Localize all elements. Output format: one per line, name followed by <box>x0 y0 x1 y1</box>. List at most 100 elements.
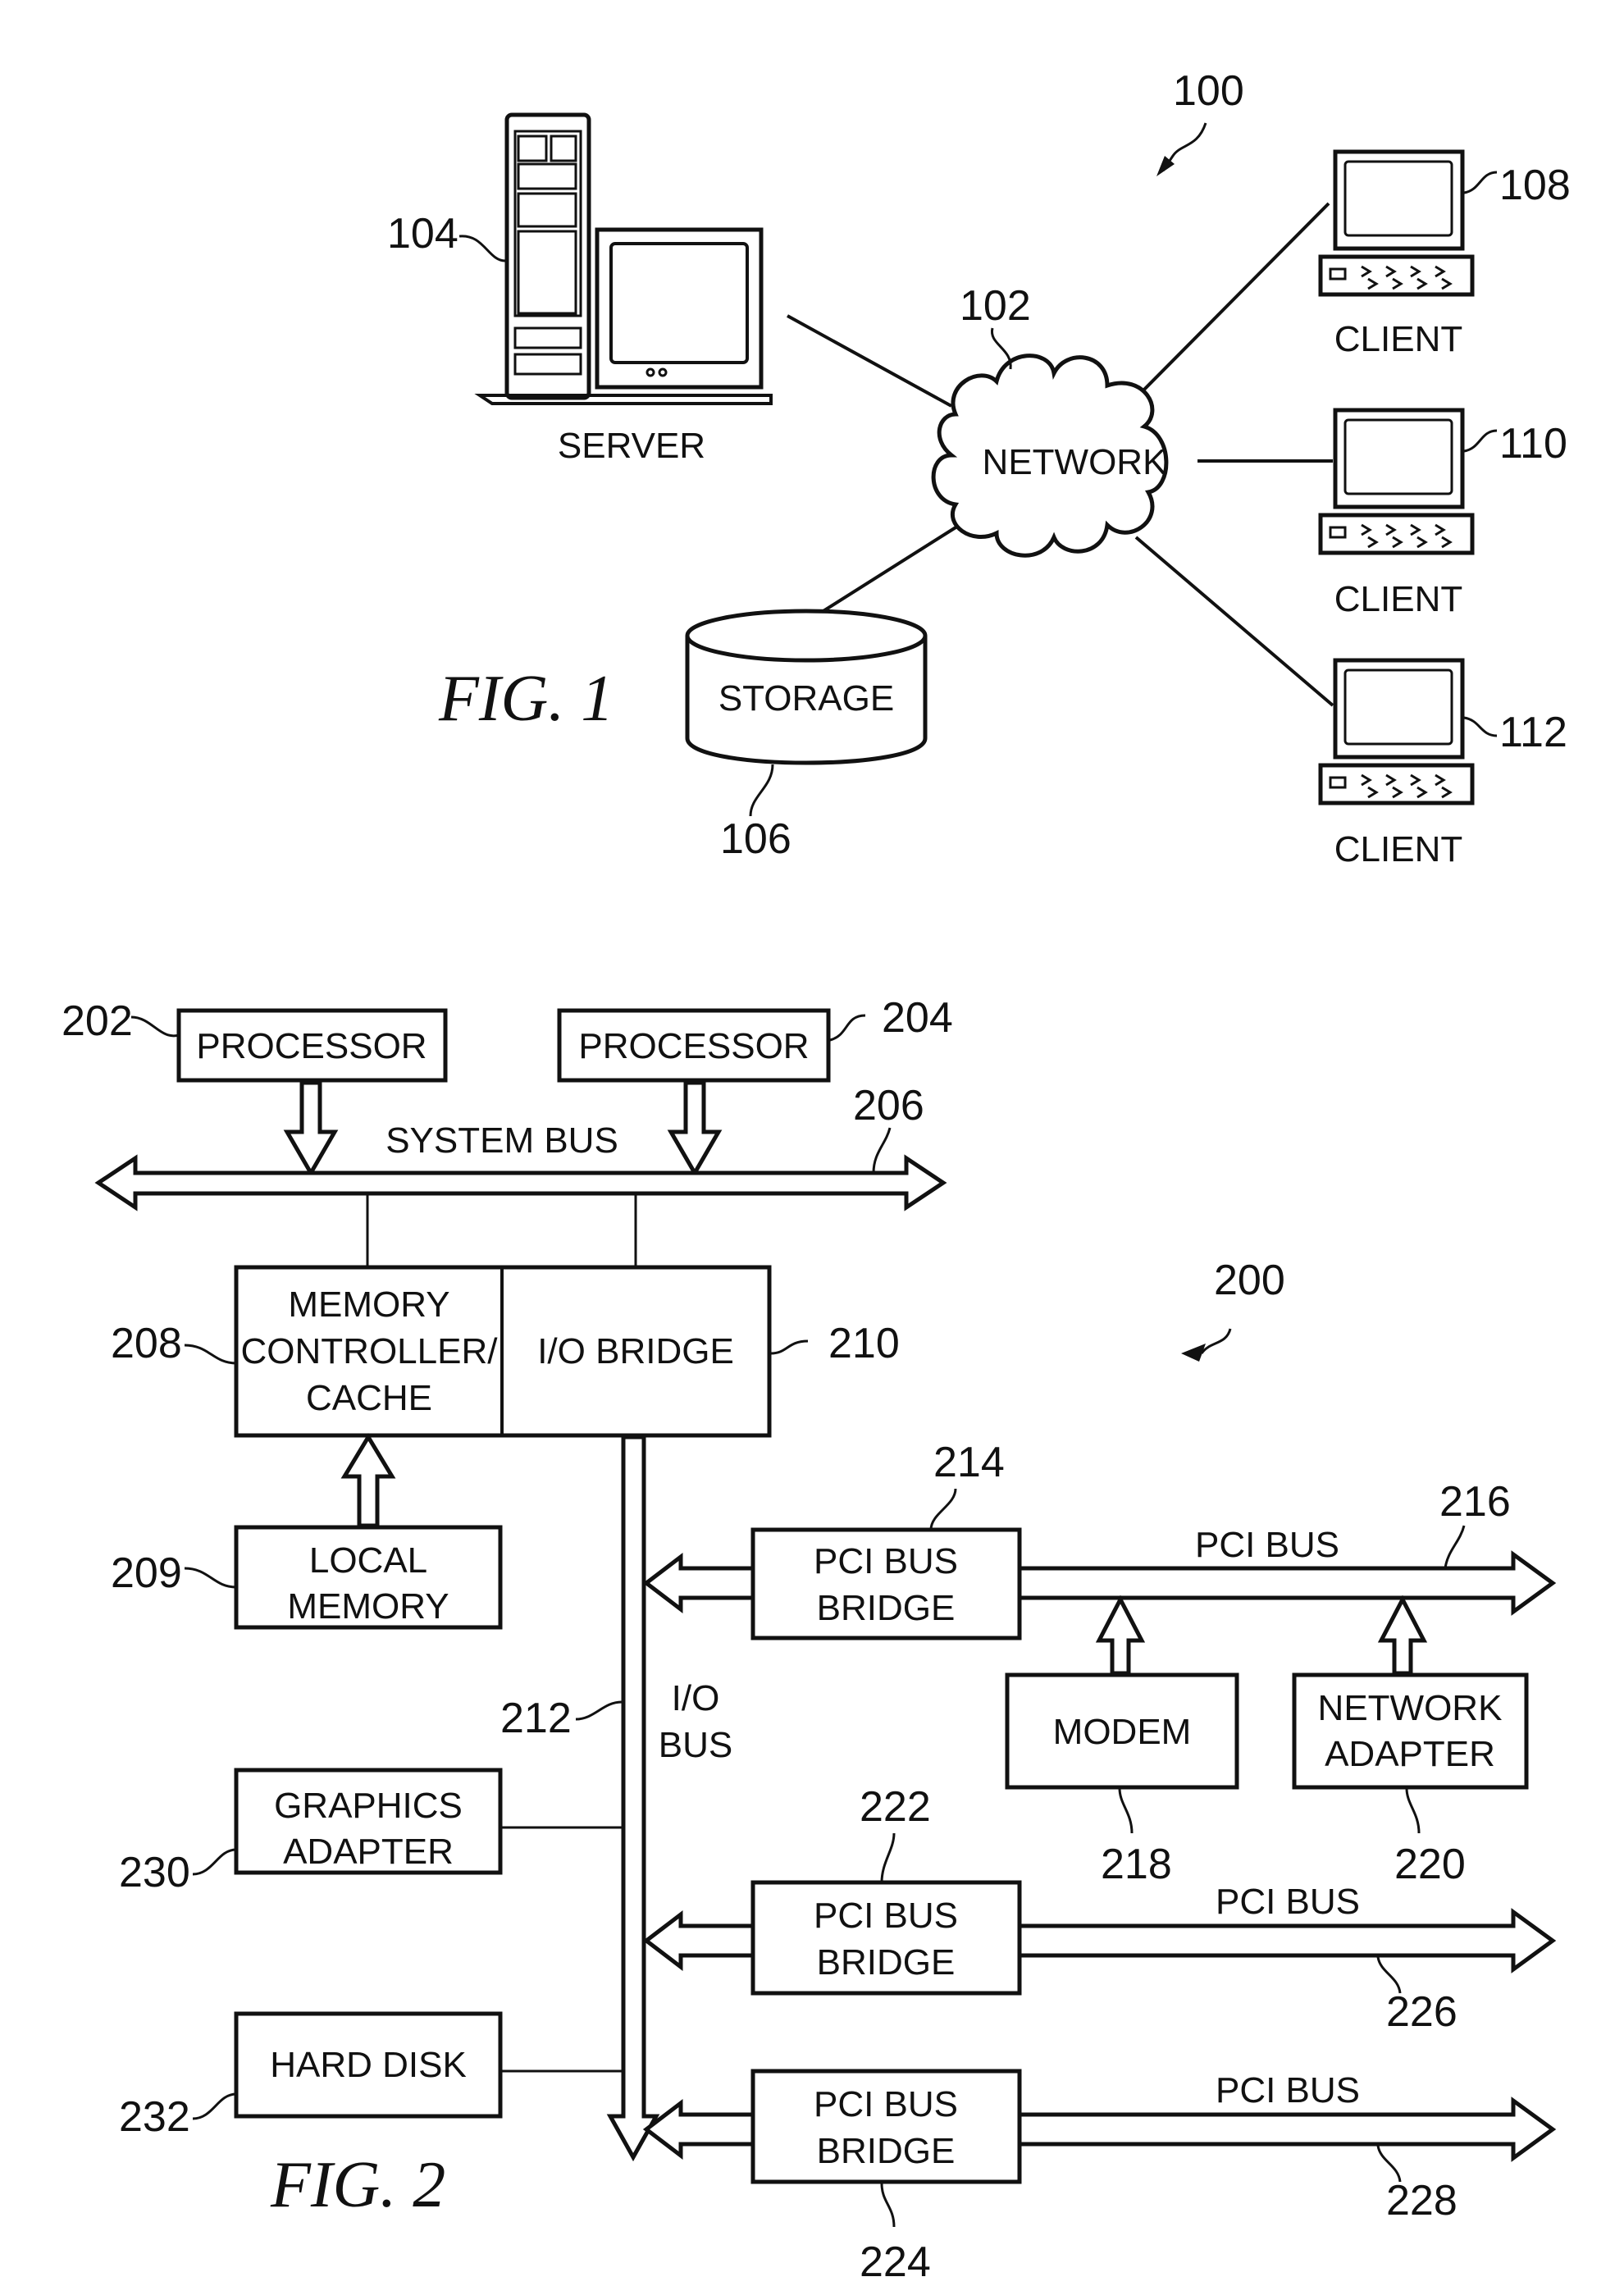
network-adapter-line-2: ADAPTER <box>1325 1734 1495 1774</box>
pci-bridge-line-2: BRIDGE <box>817 2131 956 2171</box>
hard-disk-label: HARD DISK <box>270 2045 467 2085</box>
link-network-client-112 <box>1134 536 1334 707</box>
ref-202-leader <box>130 1015 180 1038</box>
ref-228: 228 <box>1386 2177 1457 2224</box>
local-memory-to-controller-arrow-icon <box>340 1433 396 1528</box>
pci-bus-label: PCI BUS <box>1195 1525 1339 1565</box>
ref-214-leader <box>929 1488 957 1531</box>
ref-104: 104 <box>387 210 458 258</box>
ref-108: 108 <box>1499 162 1571 209</box>
pci-bridge-line-1: PCI BUS <box>814 1896 958 1936</box>
client-108: CLIENT 108 <box>1318 149 1571 359</box>
processor-label: PROCESSOR <box>578 1026 809 1066</box>
memory-controller-line-3: CACHE <box>306 1378 432 1418</box>
ref-208-leader <box>184 1344 237 1365</box>
ref-110-leader <box>1463 429 1498 453</box>
link-network-storage <box>802 523 961 625</box>
ref-232: 232 <box>119 2093 190 2141</box>
fig2: 200 PROCESSOR 202 PROCESSOR 204 SYSTEM B… <box>62 994 1557 2286</box>
io-bus-line-2: BUS <box>659 1725 732 1765</box>
client-computer-icon <box>1318 149 1475 297</box>
ref-208: 208 <box>111 1320 182 1367</box>
ref-216: 216 <box>1439 1478 1511 1526</box>
processor-202-to-bus-arrow-icon <box>283 1080 339 1177</box>
ref-232-leader <box>192 2092 237 2120</box>
patent-drawing-sheet: 100 104 SERVER NETWORK 102 STORAGE 106 F… <box>62 67 1571 2286</box>
client-112: CLIENT 112 <box>1318 658 1567 869</box>
io-bus-line-1: I/O <box>672 1678 720 1718</box>
network-adapter-line-1: NETWORK <box>1318 1688 1503 1728</box>
pci-bridge-214-to-io-bus-arrow-icon <box>642 1552 755 1614</box>
memory-controller-line-1: MEMORY <box>288 1284 449 1325</box>
graphics-adapter-line-2: ADAPTER <box>283 1832 454 1872</box>
processor-204-to-bus-arrow-icon <box>667 1080 723 1177</box>
client-label: CLIENT <box>1334 319 1462 359</box>
modem-label: MODEM <box>1053 1712 1192 1752</box>
pci-bridge-line-1: PCI BUS <box>814 1541 958 1581</box>
ref-218: 218 <box>1101 1841 1172 1888</box>
memory-controller-line-2: CONTROLLER/ <box>241 1331 499 1371</box>
ref-204-leader <box>829 1014 866 1042</box>
ref-230: 230 <box>119 1849 190 1896</box>
ref-200-arrowhead-icon <box>1181 1344 1206 1362</box>
ref-204: 204 <box>882 994 953 1042</box>
ref-108-leader <box>1463 171 1498 194</box>
ref-222-leader <box>880 1832 896 1883</box>
pci-bridge-222-to-io-bus-arrow-icon <box>642 1910 755 1972</box>
io-bridge-label: I/O BRIDGE <box>537 1331 734 1371</box>
fig1-caption: FIG. 1 <box>438 663 614 735</box>
ref-226: 226 <box>1386 1988 1457 2036</box>
ref-206-leader <box>872 1127 892 1174</box>
ref-212-leader <box>575 1700 623 1721</box>
ref-209-leader <box>184 1567 237 1589</box>
ref-106-leader <box>749 764 774 817</box>
ref-106: 106 <box>720 815 791 863</box>
fig1: 100 104 SERVER NETWORK 102 STORAGE 106 F… <box>387 67 1571 869</box>
fig2-caption: FIG. 2 <box>270 2149 445 2221</box>
network-adapter-to-pci-bus-arrow-icon <box>1377 1595 1428 1676</box>
network-label: NETWORK <box>983 442 1167 482</box>
ref-104-leader <box>458 235 506 262</box>
pci-bus-label: PCI BUS <box>1216 2070 1360 2110</box>
ref-206: 206 <box>853 1082 924 1129</box>
client-label: CLIENT <box>1334 579 1462 619</box>
system-bus-label: SYSTEM BUS <box>385 1120 618 1161</box>
local-memory-line-2: MEMORY <box>287 1586 449 1627</box>
ref-214: 214 <box>933 1439 1005 1486</box>
ref-224-leader <box>880 2183 896 2228</box>
pci-bridge-line-1: PCI BUS <box>814 2084 958 2124</box>
ref-222: 222 <box>860 1783 931 1831</box>
ref-102: 102 <box>960 282 1031 330</box>
ref-220-leader <box>1405 1787 1421 1834</box>
server-icon <box>474 112 773 405</box>
ref-100: 100 <box>1173 67 1244 115</box>
ref-210-leader <box>770 1339 809 1355</box>
ref-230-leader <box>192 1848 237 1876</box>
client-computer-icon <box>1318 408 1475 555</box>
pci-bus-label: PCI BUS <box>1216 1882 1360 1922</box>
ref-112: 112 <box>1499 709 1567 756</box>
ref-110: 110 <box>1499 420 1567 468</box>
link-server-network <box>787 314 952 408</box>
ref-212: 212 <box>500 1695 572 1742</box>
storage-label: STORAGE <box>718 678 894 719</box>
pci-bridge-224-to-io-bus-arrow-icon <box>642 2098 755 2161</box>
client-110: CLIENT 110 <box>1318 408 1567 619</box>
processor-label: PROCESSOR <box>196 1026 427 1066</box>
graphics-adapter-line-1: GRAPHICS <box>274 1786 463 1826</box>
ref-220: 220 <box>1394 1841 1466 1888</box>
ref-112-leader <box>1463 716 1498 737</box>
io-bus-arrow <box>606 1435 660 2162</box>
client-label: CLIENT <box>1334 829 1462 869</box>
server-label: SERVER <box>558 426 705 466</box>
pci-bridge-line-2: BRIDGE <box>817 1942 956 1983</box>
modem-to-pci-bus-arrow-icon <box>1095 1595 1146 1676</box>
system-bus-arrow <box>94 1154 947 1211</box>
local-memory-line-1: LOCAL <box>309 1540 427 1581</box>
client-computer-icon <box>1318 658 1475 805</box>
ref-210: 210 <box>828 1320 900 1367</box>
ref-209: 209 <box>111 1549 182 1597</box>
ref-218-leader <box>1118 1787 1134 1834</box>
ref-216-leader <box>1444 1525 1466 1569</box>
ref-224: 224 <box>860 2238 931 2286</box>
